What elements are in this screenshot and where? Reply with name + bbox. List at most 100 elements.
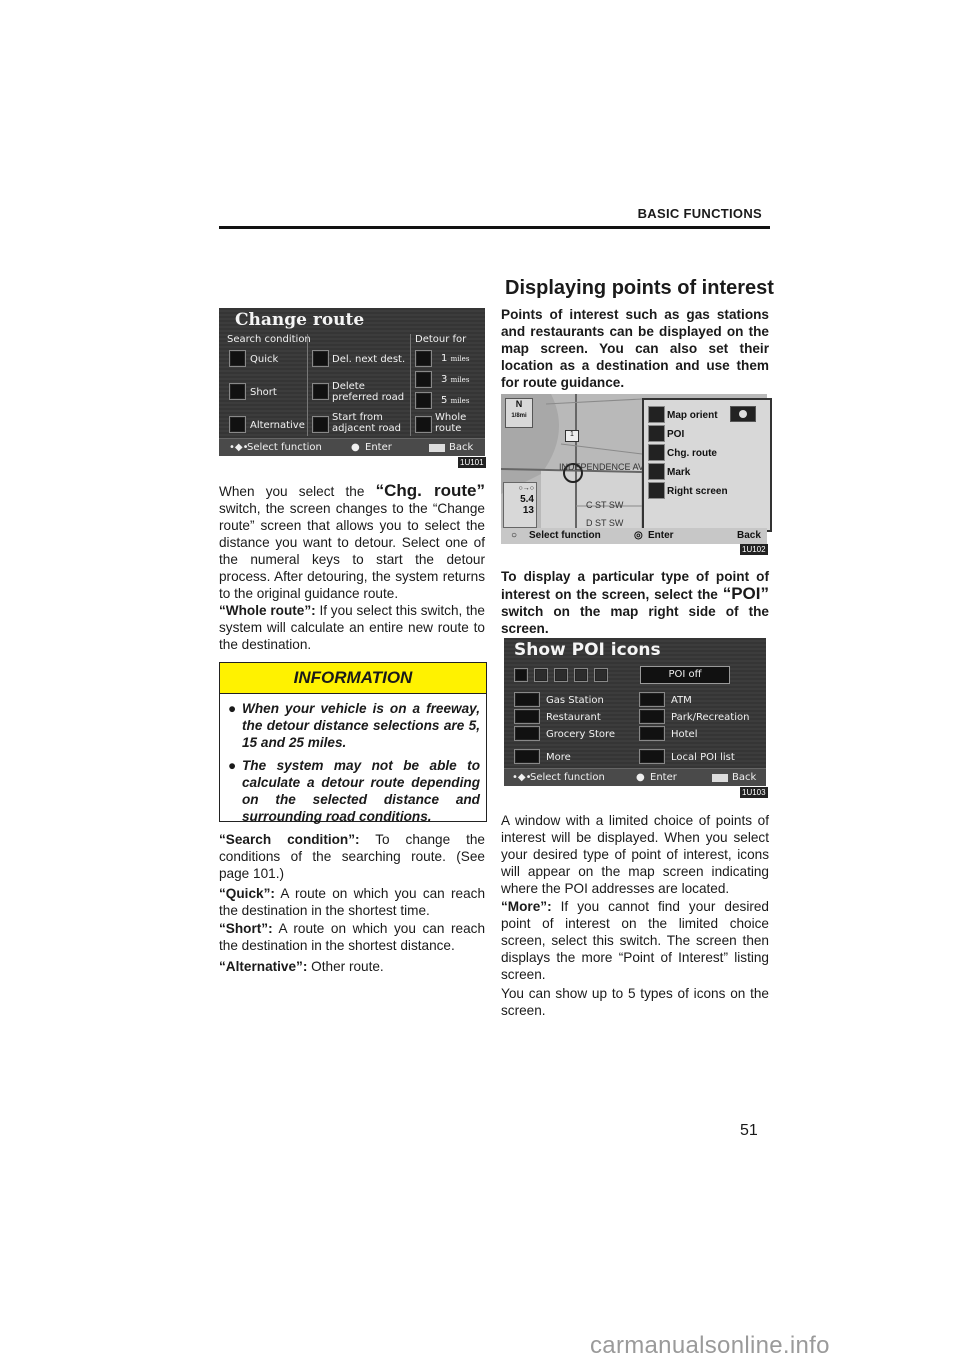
alternative-paragraph: “Alternative”: Other route. bbox=[219, 958, 485, 975]
show-poi-icons-screen: Show POI icons POI off Gas Station Resta… bbox=[504, 638, 766, 786]
right-screen-switch[interactable] bbox=[648, 482, 665, 499]
select-function-label: Select function bbox=[247, 442, 322, 453]
num: 5 bbox=[441, 395, 448, 406]
alternative-switch[interactable] bbox=[229, 416, 246, 433]
enter-label: Enter bbox=[650, 772, 677, 783]
local-poi-list-switch[interactable] bbox=[639, 749, 665, 764]
icon-slot bbox=[594, 668, 608, 682]
back-key-icon bbox=[712, 774, 728, 782]
detour-1-mile-switch[interactable] bbox=[415, 350, 432, 367]
joystick-icon: •◆• bbox=[229, 442, 249, 453]
mark-switch[interactable] bbox=[648, 463, 665, 480]
north-icon: N bbox=[515, 399, 523, 409]
term: “Short”: bbox=[219, 921, 273, 936]
delete-preferred-road-switch[interactable] bbox=[312, 383, 329, 400]
alternative-label: Alternative bbox=[250, 420, 305, 431]
enter-icon: ● bbox=[351, 442, 360, 453]
delete-preferred-road-label: Delete preferred road bbox=[332, 381, 404, 403]
time-value: 13 bbox=[522, 505, 534, 516]
search-condition-paragraph: “Search condition”: To change the condit… bbox=[219, 831, 485, 882]
figure-id: 1U101 bbox=[458, 457, 486, 468]
unit: miles bbox=[450, 376, 470, 384]
enter-icon: ◎ bbox=[634, 530, 643, 541]
start-from-adjacent-road-switch[interactable] bbox=[312, 416, 329, 433]
map-screen: N 1/8mi 1 INDEPENDENCE AVE C ST SW D ST S… bbox=[501, 394, 772, 544]
orientation-button[interactable] bbox=[730, 406, 756, 422]
poi-switch[interactable] bbox=[648, 425, 665, 442]
road bbox=[560, 443, 643, 455]
restaurant-label: Restaurant bbox=[546, 712, 601, 723]
term: “Whole route”: bbox=[219, 603, 316, 618]
info-text: When your vehicle is on a freeway, the d… bbox=[242, 701, 480, 750]
gas-station-switch[interactable] bbox=[514, 692, 540, 707]
detour-5-miles-label: 5 miles bbox=[441, 395, 469, 407]
info-item: ● When your vehicle is on a freeway, the … bbox=[220, 700, 486, 751]
short-label: Short bbox=[250, 387, 277, 398]
restaurant-switch[interactable] bbox=[514, 709, 540, 724]
back-label: Back bbox=[737, 530, 761, 541]
divider bbox=[410, 334, 411, 436]
select-function-label: Select function bbox=[530, 772, 605, 783]
text: switch on the map right side of the scre… bbox=[501, 604, 769, 636]
icon-slot bbox=[554, 668, 568, 682]
screen-footer: ○ Select function ◎ Enter Back bbox=[501, 528, 767, 544]
line2: route bbox=[435, 423, 462, 434]
detour-3-miles-switch[interactable] bbox=[415, 371, 432, 388]
park-recreation-switch[interactable] bbox=[639, 709, 665, 724]
poi-label: POI bbox=[667, 429, 685, 440]
information-box: INFORMATION ● When your vehicle is on a f… bbox=[219, 662, 487, 824]
header-rule bbox=[219, 226, 770, 229]
back-label: Back bbox=[732, 772, 757, 783]
text: Other route. bbox=[307, 959, 384, 974]
route-icon: ○→○ bbox=[518, 485, 534, 492]
detour-3-miles-label: 3 miles bbox=[441, 374, 469, 386]
road bbox=[545, 398, 643, 405]
chg-route-label: Chg. route bbox=[667, 448, 717, 459]
del-next-dest-switch[interactable] bbox=[312, 350, 329, 367]
page-number: 51 bbox=[740, 1122, 758, 1139]
quick-switch[interactable] bbox=[229, 350, 246, 367]
screen-title: Show POI icons bbox=[514, 640, 661, 660]
icon-slot bbox=[534, 668, 548, 682]
map-menu-panel: Map orient POI Chg. route Mark Right scr… bbox=[642, 398, 772, 532]
screen-title: Change route bbox=[235, 310, 365, 330]
whole-route-paragraph: “Whole route”: If you select this switch… bbox=[219, 602, 485, 653]
local-poi-list-label: Local POI list bbox=[671, 752, 735, 763]
grocery-store-switch[interactable] bbox=[514, 726, 540, 741]
intro-paragraph: Points of interest such as gas stations … bbox=[501, 307, 769, 390]
bullet-icon: ● bbox=[228, 701, 237, 716]
short-switch[interactable] bbox=[229, 383, 246, 400]
start-from-adjacent-road-label: Start from adjacent road bbox=[332, 412, 401, 434]
bullet-icon: ● bbox=[228, 758, 237, 773]
select-function-label: Select function bbox=[529, 530, 601, 541]
figure-id: 1U102 bbox=[740, 544, 768, 555]
park-recreation-label: Park/Recreation bbox=[671, 712, 750, 723]
hotel-switch[interactable] bbox=[639, 726, 665, 741]
mark-label: Mark bbox=[667, 467, 691, 478]
window-paragraph: A window with a limited choice of points… bbox=[501, 813, 769, 896]
num: 3 bbox=[441, 374, 448, 385]
search-condition-header: Search condition bbox=[227, 334, 311, 345]
right-screen-label: Right screen bbox=[667, 486, 728, 497]
chg-route-switch[interactable] bbox=[648, 444, 665, 461]
unit: miles bbox=[450, 355, 470, 363]
map-scale: 1/8mi bbox=[511, 413, 527, 419]
text: When you select the bbox=[219, 484, 376, 499]
unit: miles bbox=[450, 397, 470, 405]
poi-off-button[interactable]: POI off bbox=[640, 666, 730, 684]
more-paragraph: “More”: If you cannot find your desired … bbox=[501, 898, 769, 983]
atm-switch[interactable] bbox=[639, 692, 665, 707]
line1: Whole bbox=[435, 412, 467, 423]
section-title: Displaying points of interest bbox=[505, 277, 774, 299]
whole-route-switch[interactable] bbox=[415, 416, 432, 433]
more-switch[interactable] bbox=[514, 749, 540, 764]
map-orient-switch[interactable] bbox=[648, 406, 665, 423]
map-orient-label: Map orient bbox=[667, 410, 718, 421]
more-label: More bbox=[546, 752, 571, 763]
detour-5-miles-switch[interactable] bbox=[415, 392, 432, 409]
street-label: INDEPENDENCE AVE bbox=[559, 462, 650, 472]
del-next-dest-label: Del. next dest. bbox=[332, 354, 406, 365]
chg-route-term: “Chg. route” bbox=[375, 481, 485, 500]
route-shield: 1 bbox=[565, 430, 579, 442]
enter-label: Enter bbox=[365, 442, 392, 453]
